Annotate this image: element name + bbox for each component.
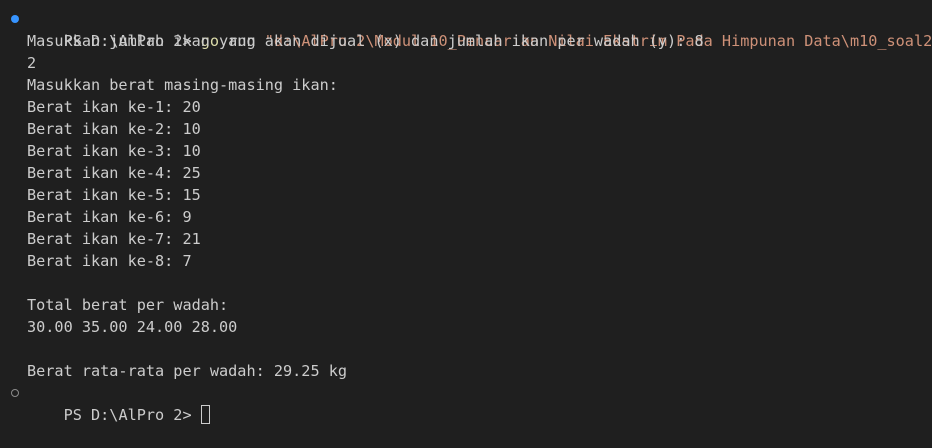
output-line: 30.00 35.00 24.00 28.00 [27,318,238,336]
output-line: Berat rata-rata per wadah: 29.25 kg [27,362,348,380]
text-cursor[interactable] [200,405,210,424]
output-line: Total berat per wadah: [27,296,229,314]
output-line: Masukkan jumlah ikan yang akan dijual (x… [27,32,704,50]
terminal-panel[interactable]: PS D:\AlPro 2> go run "d:\AlPro 2\Modul … [0,0,932,424]
output-line: Berat ikan ke-6: 9 [27,208,192,226]
output-line: 2 [27,54,37,72]
output-line: Berat ikan ke-3: 10 [27,142,201,160]
output-line: Masukkan berat masing-masing ikan: [27,76,338,94]
prompt: PS D:\AlPro 2> [63,406,201,424]
output-line: Berat ikan ke-7: 21 [27,230,201,248]
input-line[interactable]: PS D:\AlPro 2> [0,382,932,424]
output-line: Berat ikan ke-1: 20 [27,98,201,116]
command-line: PS D:\AlPro 2> go run "d:\AlPro 2\Modul … [0,8,932,50]
output-line: Berat ikan ke-2: 10 [27,120,201,138]
output-line: Berat ikan ke-8: 7 [27,252,192,270]
output-line: Berat ikan ke-5: 15 [27,186,201,204]
command-success-decoration-icon[interactable] [11,15,19,23]
empty-command-decoration-icon[interactable] [11,389,19,397]
output-line: Berat ikan ke-4: 25 [27,164,201,182]
